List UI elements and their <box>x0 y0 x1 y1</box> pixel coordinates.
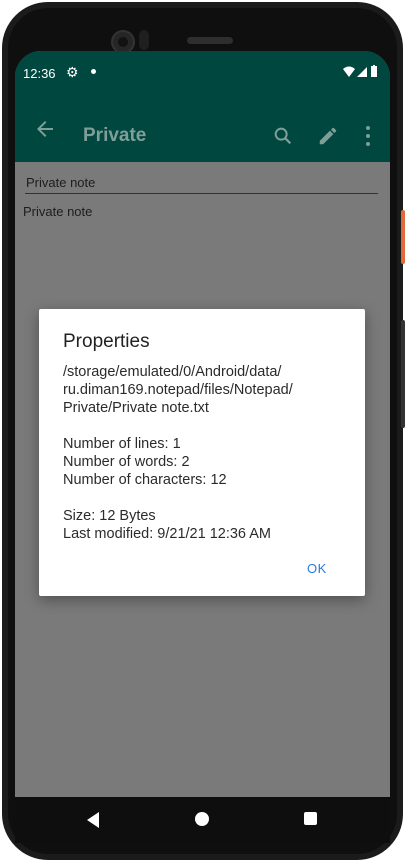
notification-dot-icon <box>91 69 96 74</box>
volume-button[interactable] <box>401 320 405 428</box>
file-path-line-2: ru.diman169.notepad/files/Notepad/ <box>63 382 293 398</box>
power-button[interactable] <box>401 210 405 264</box>
title-underline <box>25 193 378 194</box>
more-vert-icon[interactable] <box>365 125 371 147</box>
properties-dialog: Properties /storage/emulated/0/Android/d… <box>39 309 365 596</box>
word-count: Number of words: 2 <box>63 454 190 470</box>
last-modified: Last modified: 9/21/21 12:36 AM <box>63 526 271 542</box>
nav-home-icon[interactable] <box>195 812 209 826</box>
file-path-line-3: Private/Private note.txt <box>63 400 209 416</box>
note-body-field[interactable]: Private note <box>23 204 92 219</box>
dialog-title: Properties <box>63 331 150 352</box>
page-title: Private <box>83 125 147 146</box>
back-arrow-icon[interactable] <box>33 117 57 141</box>
status-icons <box>342 65 378 84</box>
earpiece-speaker <box>187 37 233 44</box>
proximity-sensor <box>139 30 149 50</box>
edit-icon[interactable] <box>317 125 339 147</box>
search-icon[interactable] <box>272 125 294 147</box>
status-time: 12:36 <box>23 66 56 81</box>
nav-back-icon[interactable] <box>87 812 99 828</box>
wifi-signal-battery-icons <box>343 65 377 77</box>
character-count: Number of characters: 12 <box>63 472 227 488</box>
file-path-line-1: /storage/emulated/0/Android/data/ <box>63 364 282 380</box>
app-bar: Private <box>15 95 390 162</box>
line-count: Number of lines: 1 <box>63 436 181 452</box>
status-bar: 12:36 ⚙ <box>15 51 390 95</box>
navigation-bar <box>15 797 390 843</box>
file-size: Size: 12 Bytes <box>63 508 156 524</box>
settings-notification-icon: ⚙ <box>66 64 79 80</box>
note-title-field[interactable]: Private note <box>26 175 95 190</box>
nav-recents-icon[interactable] <box>304 812 317 825</box>
ok-button[interactable]: OK <box>307 561 327 576</box>
